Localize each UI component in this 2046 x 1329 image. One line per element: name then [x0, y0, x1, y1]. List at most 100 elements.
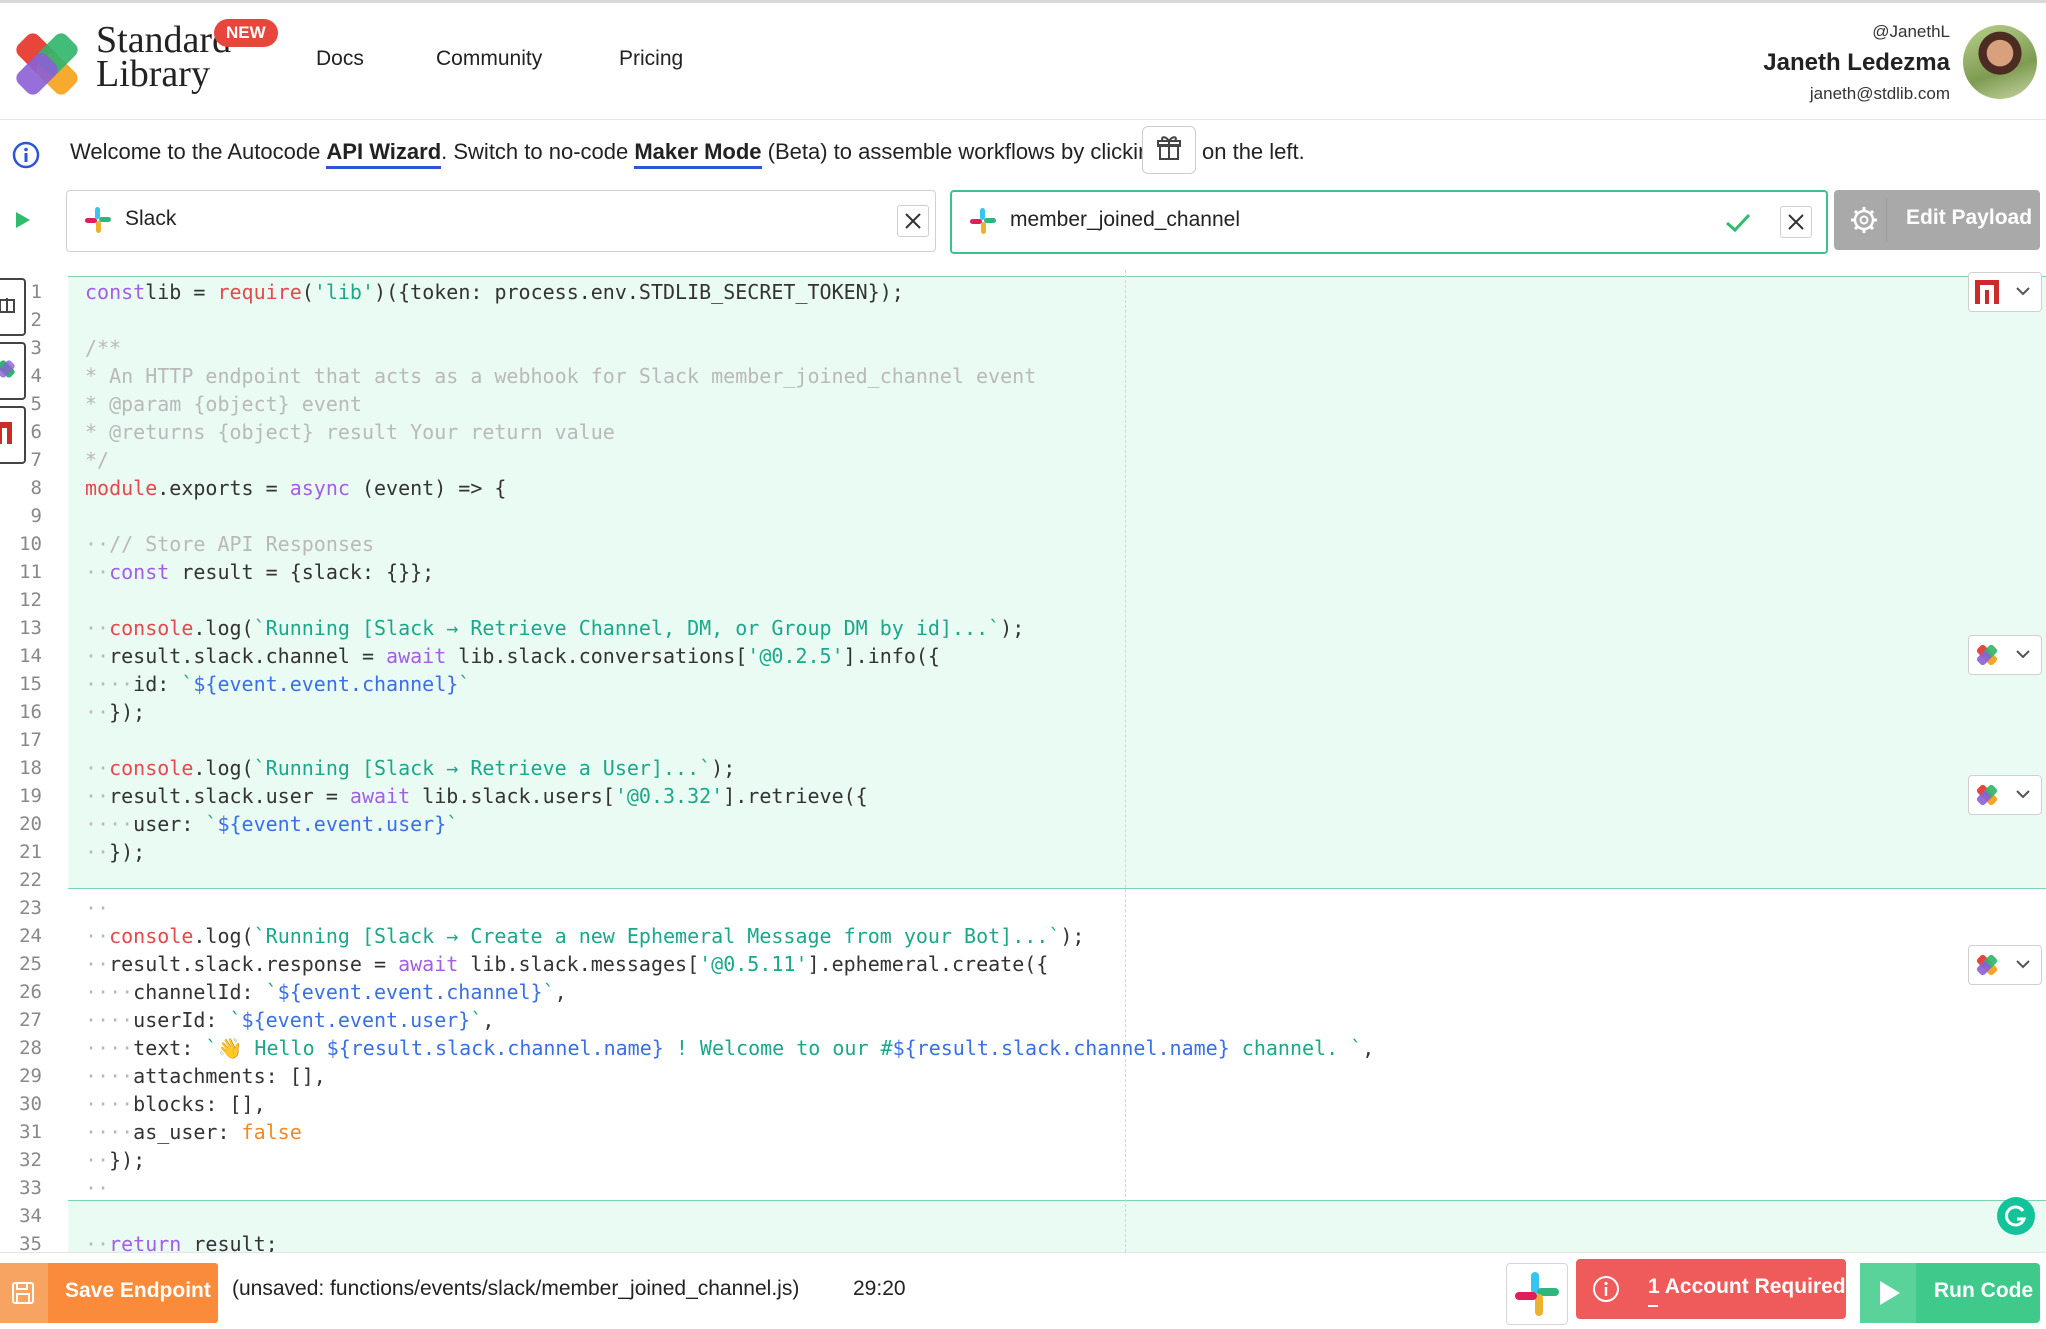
gutter-gift-button[interactable] [0, 278, 26, 336]
code-line[interactable]: 9 [0, 502, 2046, 530]
code-token: `👋 Hello [205, 1036, 327, 1060]
code-line[interactable]: 6 * @returns {object} result Your return … [0, 418, 2046, 446]
code-line[interactable]: 12 [0, 586, 2046, 614]
line-number: 12 [19, 589, 42, 611]
code-line[interactable]: 25 ··result.slack.response = await lib.sl… [0, 950, 2046, 978]
code-line[interactable]: 20 ····user: `${event.event.user}` [0, 810, 2046, 838]
stdlib-block-button[interactable] [1968, 635, 2042, 675]
slack-account-button[interactable] [1506, 1263, 1568, 1325]
line-number: 32 [19, 1149, 42, 1171]
code-line[interactable]: 10 ··// Store API Responses [0, 530, 2046, 558]
code-editor[interactable]: 1 constlib = require('lib')({token: proce… [0, 270, 2046, 1252]
avatar[interactable] [1963, 25, 2037, 99]
code-line[interactable]: 7 */ [0, 446, 2046, 474]
code-line[interactable]: 13 ··console.log(`Running [Slack → Retrie… [0, 614, 2046, 642]
code-token: ···· [85, 812, 134, 836]
code-line[interactable]: 31 ····as_user: false [0, 1118, 2046, 1146]
line-number: 15 [19, 673, 42, 695]
api-wizard-link[interactable]: API Wizard [326, 139, 442, 169]
maker-mode-button[interactable] [1142, 126, 1196, 174]
code-line[interactable]: 3/** [0, 334, 2046, 362]
nav-pricing[interactable]: Pricing [619, 47, 683, 71]
code-text: ··result.slack.channel = await lib.slack… [85, 642, 940, 670]
code-line[interactable]: 19 ··result.slack.user = await lib.slack.… [0, 782, 2046, 810]
code-line[interactable]: 33 ·· [0, 1174, 2046, 1202]
code-line[interactable]: 8 module.exports = async (event) => { [0, 474, 2046, 502]
code-line[interactable]: 17 [0, 726, 2046, 754]
code-line[interactable]: 4 * An HTTP endpoint that acts as a webho… [0, 362, 2046, 390]
npm-icon [1975, 280, 1999, 304]
code-line[interactable]: 26 ····channelId: `${event.event.channel}… [0, 978, 2046, 1006]
code-token: }); [109, 840, 146, 864]
code-line[interactable]: 15 ····id: `${event.event.channel}` [0, 670, 2046, 698]
grammarly-button[interactable] [1997, 1197, 2035, 1235]
code-token: ···· [85, 1120, 134, 1144]
info-icon [1593, 1276, 1619, 1302]
code-line[interactable]: 11 ··const result = {slack: {}}; [0, 558, 2046, 586]
stdlib-block-button[interactable] [1968, 775, 2042, 815]
code-line[interactable]: 21 ··}); [0, 838, 2046, 866]
code-token: ` [265, 980, 278, 1004]
nav-docs[interactable]: Docs [316, 47, 364, 71]
code-line[interactable]: 27 ····userId: `${event.event.user}`, [0, 1006, 2046, 1034]
code-token: .log( [193, 756, 254, 780]
code-line[interactable]: 22 [0, 866, 2046, 894]
brand-name[interactable]: Standard Library [96, 21, 231, 93]
gutter-npm-button[interactable] [0, 406, 26, 464]
line-number: 20 [19, 813, 42, 835]
code-token: ( [301, 280, 314, 304]
line-number: 31 [19, 1121, 42, 1143]
run-code-button[interactable]: Run Code [1860, 1263, 2040, 1323]
standard-library-logo-icon[interactable] [4, 23, 90, 105]
event-selector[interactable]: member_joined_channel [950, 190, 1828, 254]
code-token: const [85, 280, 146, 304]
code-token: false [241, 1120, 302, 1144]
clear-event-button[interactable] [1780, 206, 1812, 238]
maker-mode-link[interactable]: Maker Mode [634, 139, 762, 169]
save-endpoint-button[interactable]: Save Endpoint [0, 1263, 218, 1323]
code-line[interactable]: 5 * @param {object} event [0, 390, 2046, 418]
code-line[interactable]: 29 ····attachments: [], [0, 1062, 2046, 1090]
code-line[interactable]: 16 ··}); [0, 698, 2046, 726]
account-required-button[interactable]: 1 Account Required [1576, 1259, 1846, 1319]
npm-block-button[interactable] [1968, 272, 2042, 312]
stdlib-block-button[interactable] [1968, 945, 2042, 985]
code-line[interactable]: 32 ··}); [0, 1146, 2046, 1174]
gutter-stdlib-button[interactable] [0, 342, 26, 400]
code-line[interactable]: 24 ··console.log(`Running [Slack → Create… [0, 922, 2046, 950]
code-text: ··const result = {slack: {}}; [85, 558, 434, 586]
info-icon [12, 141, 40, 169]
code-line[interactable]: 18 ··console.log(`Running [Slack → Retrie… [0, 754, 2046, 782]
code-line[interactable]: 28 ····text: `👋 Hello ${result.slack.chan… [0, 1034, 2046, 1062]
code-text: ·· [85, 894, 109, 922]
line-number: 11 [19, 561, 42, 583]
edit-payload-button[interactable]: Edit Payload [1834, 190, 2040, 250]
code-token: result.slack.user = [109, 784, 350, 808]
nav-community[interactable]: Community [436, 47, 542, 71]
code-line[interactable]: 14 ··result.slack.channel = await lib.sla… [0, 642, 2046, 670]
code-line[interactable]: 1 constlib = require('lib')({token: proce… [0, 278, 2046, 306]
code-line[interactable]: 35 ··return result; [0, 1230, 2046, 1252]
code-token: , [482, 1008, 495, 1032]
line-number: 14 [19, 645, 42, 667]
user-handle: @JanethL [1872, 22, 1950, 41]
line-number: 27 [19, 1009, 42, 1031]
code-token: ···· [85, 1008, 134, 1032]
code-token: ·· [85, 952, 110, 976]
code-token: attachments: [], [133, 1064, 326, 1088]
code-text: constlib = require('lib')({token: proces… [85, 278, 904, 306]
code-line[interactable]: 34 [0, 1202, 2046, 1230]
code-token: ···· [85, 1064, 134, 1088]
code-line[interactable]: 2 [0, 306, 2046, 334]
line-number: 13 [19, 617, 42, 639]
user-email: janeth@stdlib.com [1809, 84, 1950, 103]
grammarly-icon [2005, 1205, 2027, 1227]
run-triangle-icon[interactable] [14, 210, 32, 230]
code-line[interactable]: 23 ·· [0, 894, 2046, 922]
api-selector[interactable]: Slack [66, 190, 936, 252]
clear-api-button[interactable] [897, 205, 929, 237]
code-line[interactable]: 30 ····blocks: [], [0, 1090, 2046, 1118]
code-token: ${event.event.channel} [193, 672, 459, 696]
line-number: 10 [19, 533, 42, 555]
account-required-label: 1 Account Required [1648, 1275, 1846, 1298]
